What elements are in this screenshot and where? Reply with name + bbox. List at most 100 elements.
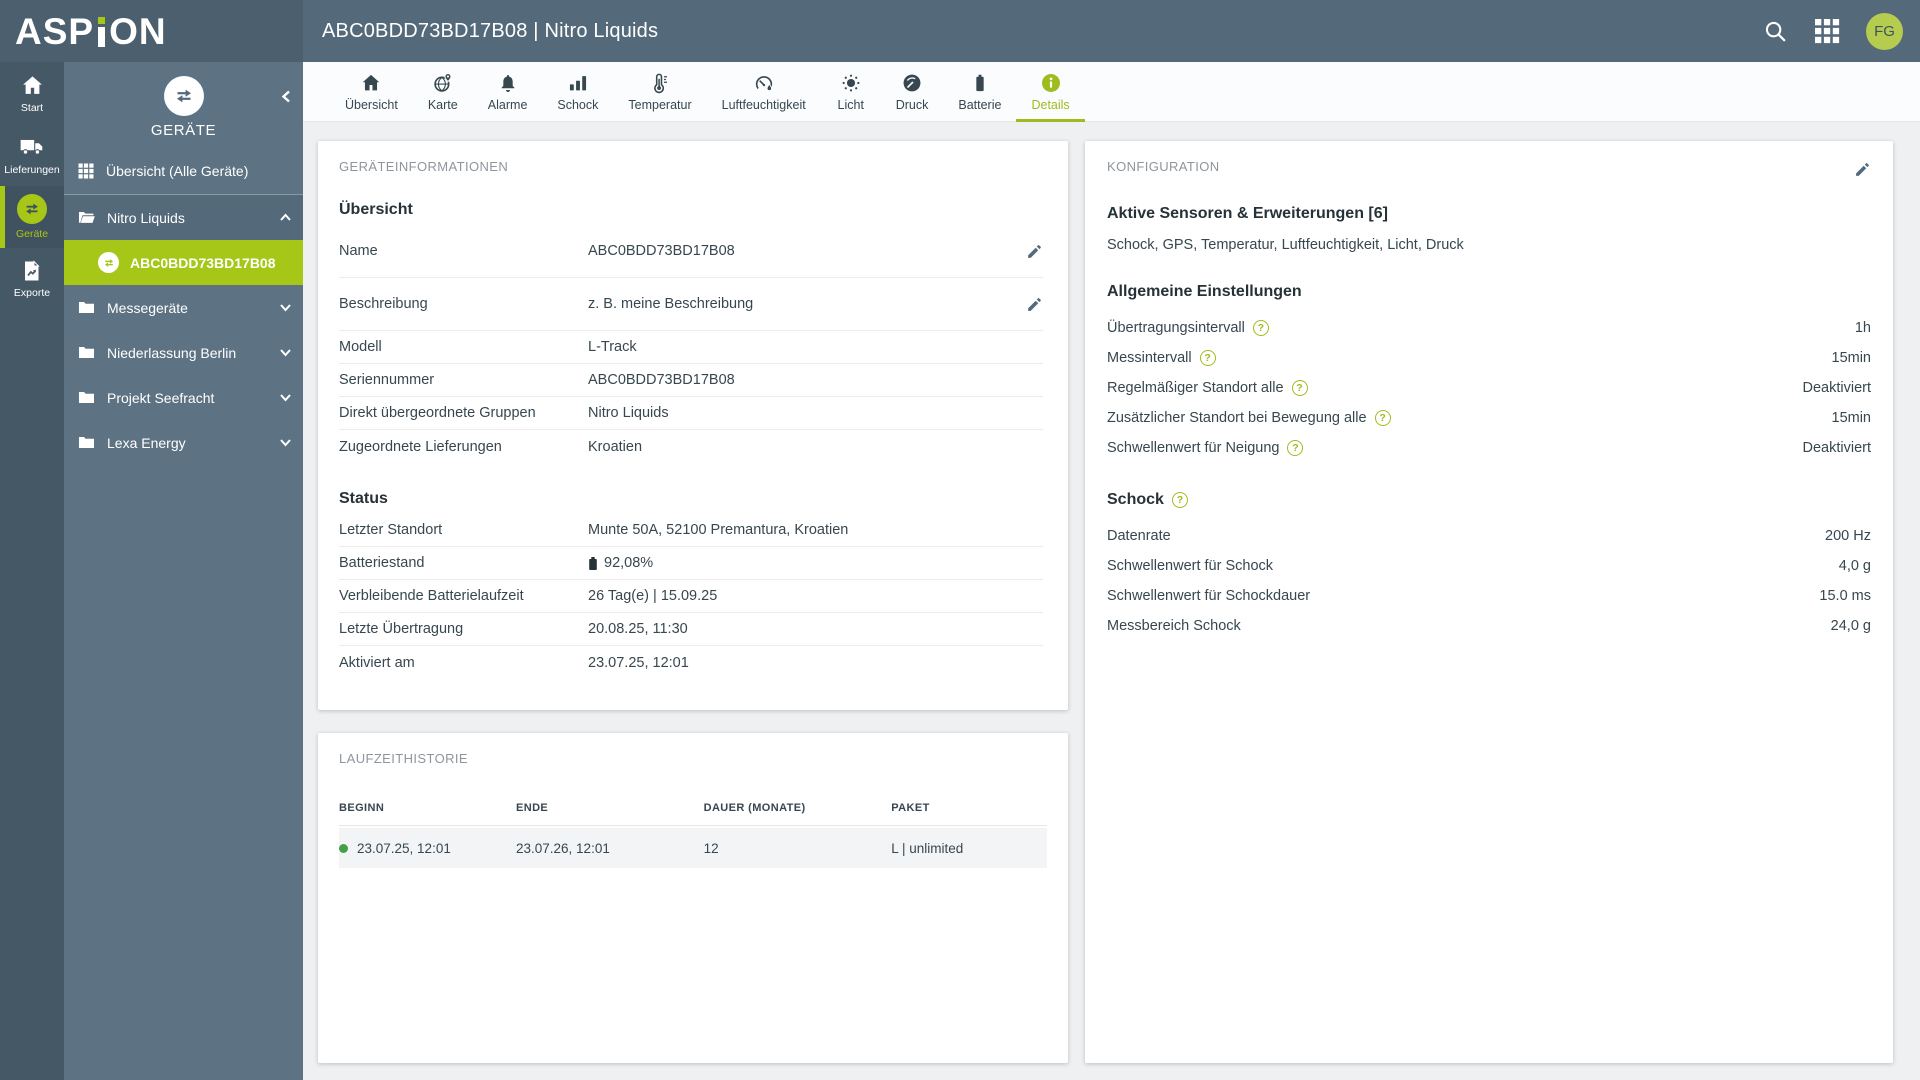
tab-schock[interactable]: Schock [542, 62, 613, 121]
edit-description-button[interactable] [1026, 296, 1043, 313]
apps-grid-button[interactable] [1814, 18, 1840, 44]
sidebar-item-device-selected[interactable]: ABC0BDD73BD17B08 [64, 240, 303, 285]
tab-druck[interactable]: Druck [881, 62, 944, 121]
folder-icon [77, 433, 96, 452]
tab-temperatur[interactable]: Temperatur [613, 62, 706, 121]
column-header-ende: ENDE [516, 802, 549, 814]
cell-paket: L | unlimited [891, 840, 964, 856]
help-icon[interactable] [1252, 320, 1269, 336]
thermometer-icon [649, 72, 671, 94]
config-row-zusaetzlicher-standort: Zusätzlicher Standort bei Bewegung alle … [1107, 403, 1871, 433]
column-header-dauer: DAUER (MONATE) [703, 802, 806, 814]
history-card: LAUFZEITHISTORIE BEGINN ENDE DAUER (MONA… [318, 733, 1068, 1063]
help-icon[interactable] [1287, 440, 1304, 456]
sidebar-item-overview-all-devices[interactable]: Übersicht (Alle Geräte) [64, 148, 303, 195]
row-value: z. B. meine Beschreibung [588, 296, 754, 312]
tab-label: Karte [427, 97, 458, 112]
info-row-letzte-uebertragung: Letzte Übertragung 20.08.25, 11:30 [339, 613, 1043, 646]
sidebar-group-nitro-liquids[interactable]: Nitro Liquids [64, 195, 303, 240]
info-row-gruppen: Direkt übergeordnete Gruppen Nitro Liqui… [339, 397, 1043, 430]
panel-title: GERÄTEINFORMATIONEN [339, 159, 509, 174]
device-tabbar: Übersicht Karte Alarme Schock Temperatur… [303, 62, 1920, 122]
tab-alarme[interactable]: Alarme [473, 62, 543, 121]
truck-icon [19, 134, 45, 160]
main-area: Übersicht Karte Alarme Schock Temperatur… [303, 62, 1920, 1080]
row-label: Schwellenwert für Schock [1107, 558, 1274, 574]
row-value: 26 Tag(e) | 15.09.25 [588, 588, 718, 604]
row-label: Schwellenwert für Schockdauer [1107, 588, 1311, 604]
section-heading-status: Status [339, 490, 388, 507]
chevron-down-icon[interactable] [279, 436, 292, 449]
help-icon[interactable] [1291, 380, 1308, 396]
collapse-sidebar-button[interactable] [279, 89, 294, 104]
config-row-schwellenwert-neigung: Schwellenwert für Neigung Deaktiviert [1107, 433, 1871, 463]
row-value: 15.0 ms [1819, 588, 1871, 604]
row-label: Schwellenwert für Neigung [1107, 440, 1280, 456]
config-row-uebertragungsintervall: Übertragungsintervall 1h [1107, 313, 1871, 343]
search-button[interactable] [1763, 19, 1788, 44]
general-settings-heading: Allgemeine Einstellungen [1107, 283, 1302, 300]
pressure-gauge-icon [901, 72, 923, 94]
sidebar-group-lexa-energy[interactable]: Lexa Energy [64, 420, 303, 465]
chevron-up-icon[interactable] [279, 211, 292, 224]
rail-item-start[interactable]: Start [0, 62, 64, 124]
history-table: BEGINN ENDE DAUER (MONATE) PAKET 23.07.2… [339, 802, 1047, 868]
tab-karte[interactable]: Karte [413, 62, 473, 121]
row-label: Aktiviert am [339, 654, 415, 671]
bar-chart-icon [567, 72, 589, 94]
bell-icon [497, 72, 519, 94]
row-label: Regelmäßiger Standort alle [1107, 380, 1284, 396]
content-area: GERÄTEINFORMATIONEN Übersicht Name ABC0B… [303, 122, 1920, 1080]
tab-uebersicht[interactable]: Übersicht [330, 62, 413, 121]
row-label: Messbereich Schock [1107, 618, 1241, 634]
avatar-initials: FG [1874, 22, 1895, 40]
panel-title: LAUFZEITHISTORIE [339, 751, 468, 766]
rail-item-label: Geräte [15, 228, 49, 240]
chevron-down-icon[interactable] [279, 346, 292, 359]
tab-details[interactable]: Details [1016, 62, 1085, 122]
edit-configuration-button[interactable] [1854, 161, 1871, 178]
sidebar-group-projekt-seefracht[interactable]: Projekt Seefracht [64, 375, 303, 420]
help-icon[interactable] [1374, 410, 1391, 426]
row-value: 200 Hz [1825, 528, 1871, 544]
battery-level-icon [588, 556, 598, 571]
rail-item-geraete[interactable]: Geräte [0, 186, 64, 248]
device-groups-sidebar: GERÄTE Übersicht (Alle Geräte) Nitro Liq… [64, 62, 303, 1080]
config-card: KONFIGURATION Aktive Sensoren & Erweiter… [1085, 141, 1893, 1063]
rail-item-lieferungen[interactable]: Lieferungen [0, 124, 64, 186]
row-value: 1h [1854, 320, 1871, 336]
sensors-heading: Aktive Sensoren & Erweiterungen [6] [1107, 205, 1388, 222]
tab-licht[interactable]: Licht [821, 62, 881, 121]
tab-luftfeuchtigkeit[interactable]: Luftfeuchtigkeit [707, 62, 821, 121]
battery-icon [969, 72, 991, 94]
app-header: ASP ON ABC0BDD73BD17B08 | Nitro Liquids F… [0, 0, 1920, 62]
device-type-icon [163, 76, 204, 116]
chevron-down-icon[interactable] [279, 391, 292, 404]
info-row-seriennummer: Seriennummer ABC0BDD73BD17B08 [339, 364, 1043, 397]
sun-icon [840, 72, 862, 94]
device-info-card: GERÄTEINFORMATIONEN Übersicht Name ABC0B… [318, 141, 1068, 710]
page-title: ABC0BDD73BD17B08 | Nitro Liquids [322, 19, 659, 42]
brand-logo-text-pre: ASP [15, 10, 95, 52]
edit-name-button[interactable] [1026, 243, 1043, 260]
sidebar-group-label: Niederlassung Berlin [107, 344, 237, 361]
brand-logo[interactable]: ASP ON [15, 13, 167, 50]
help-icon[interactable] [1199, 350, 1216, 366]
sidebar-group-messegeraete[interactable]: Messegeräte [64, 285, 303, 330]
row-label: Letzter Standort [339, 522, 443, 538]
cell-value: 23.07.25, 12:01 [357, 840, 451, 856]
tab-batterie[interactable]: Batterie [943, 62, 1016, 121]
devices-icon [17, 194, 47, 224]
config-row-schwellenwert-schock: Schwellenwert für Schock 4,0 g [1107, 551, 1871, 581]
row-label: Zusätzlicher Standort bei Bewegung alle [1107, 410, 1367, 426]
user-avatar[interactable]: FG [1866, 12, 1903, 50]
row-label: Messintervall [1107, 350, 1192, 366]
tab-label: Alarme [487, 97, 528, 112]
help-icon[interactable] [1171, 492, 1188, 508]
sidebar-group-niederlassung-berlin[interactable]: Niederlassung Berlin [64, 330, 303, 375]
tab-label: Luftfeuchtigkeit [721, 97, 806, 112]
rail-item-exporte[interactable]: Exporte [0, 248, 64, 310]
chevron-down-icon[interactable] [279, 301, 292, 314]
sidebar-item-label: Übersicht (Alle Geräte) [106, 163, 249, 179]
device-transfer-icon [98, 252, 119, 273]
